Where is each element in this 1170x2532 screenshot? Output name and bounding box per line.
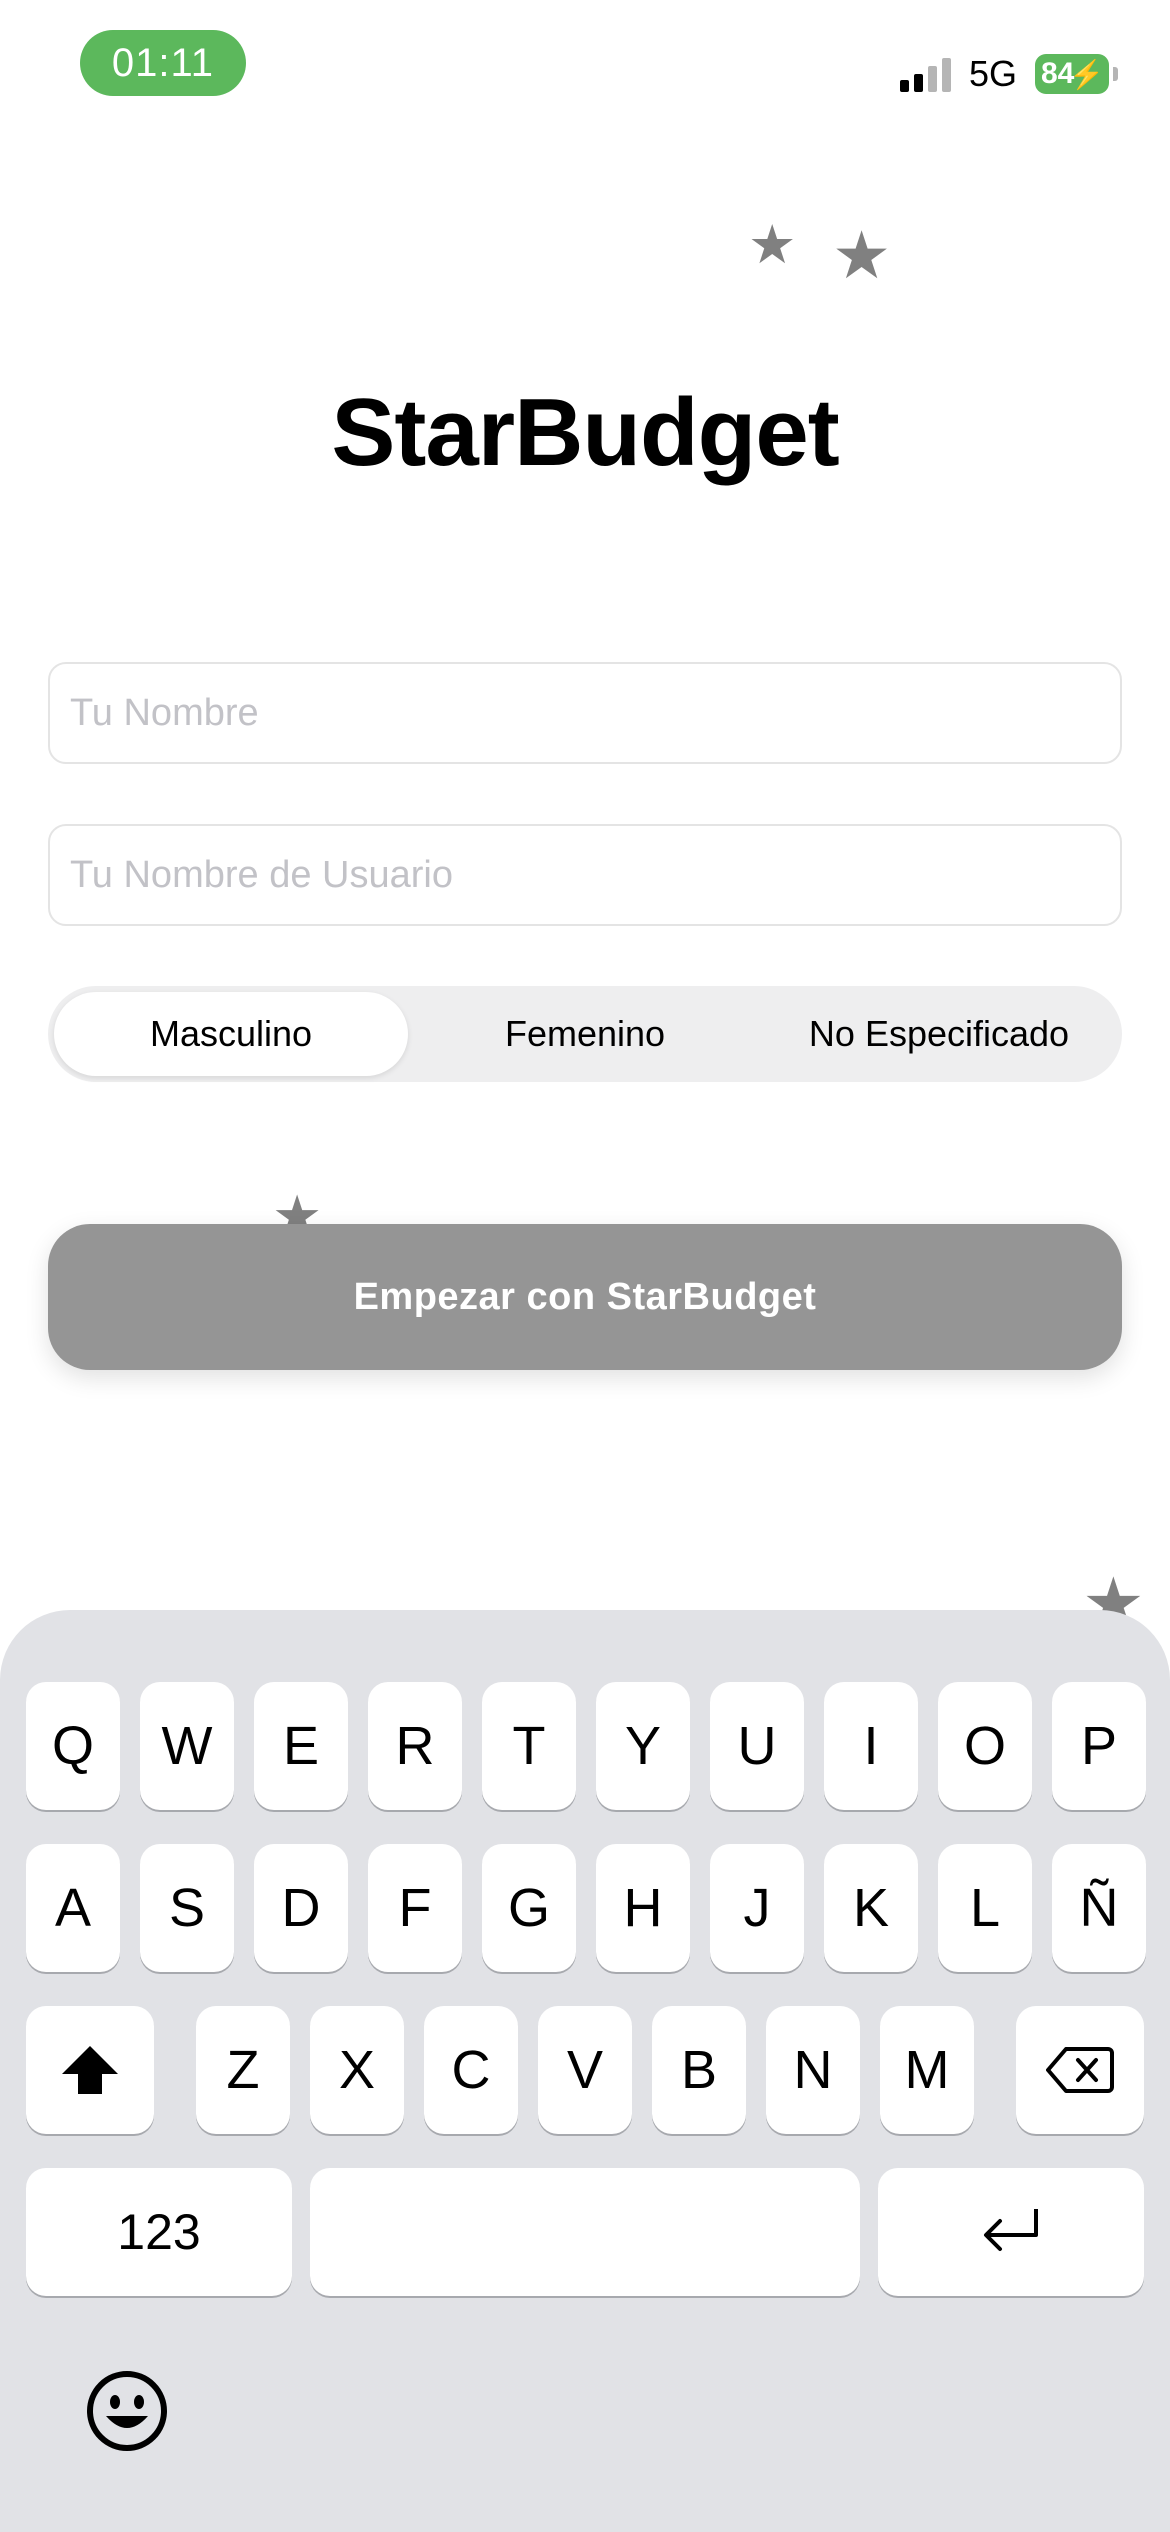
key-r[interactable]: R [368, 1682, 462, 1810]
star-icon: ★ [832, 218, 892, 292]
key-z[interactable]: Z [196, 2006, 290, 2134]
key-k[interactable]: K [824, 1844, 918, 1972]
name-field [48, 662, 1122, 764]
key-q[interactable]: Q [26, 1682, 120, 1810]
battery-cap [1113, 67, 1118, 81]
key-t[interactable]: T [482, 1682, 576, 1810]
backspace-icon [1046, 2047, 1114, 2093]
key-a[interactable]: A [26, 1844, 120, 1972]
key-p[interactable]: P [1052, 1682, 1146, 1810]
segment-no-especificado[interactable]: No Especificado [762, 992, 1116, 1076]
key-b[interactable]: B [652, 2006, 746, 2134]
status-indicators: 5G 84 ⚡ [899, 52, 1118, 96]
shift-key[interactable] [26, 2006, 154, 2134]
key-d[interactable]: D [254, 1844, 348, 1972]
key-n[interactable]: N [766, 2006, 860, 2134]
key-s[interactable]: S [140, 1844, 234, 1972]
key-x[interactable]: X [310, 2006, 404, 2134]
key-enye[interactable]: Ñ [1052, 1844, 1146, 1972]
key-e[interactable]: E [254, 1682, 348, 1810]
key-m[interactable]: M [880, 2006, 974, 2134]
start-button[interactable]: Empezar con StarBudget [48, 1224, 1122, 1370]
key-g[interactable]: G [482, 1844, 576, 1972]
gender-segmented-control: Masculino Femenino No Especificado [48, 986, 1122, 1082]
key-l[interactable]: L [938, 1844, 1032, 1972]
signal-icon [899, 56, 951, 92]
network-label: 5G [968, 53, 1017, 94]
name-input[interactable] [50, 664, 1120, 762]
segment-femenino[interactable]: Femenino [408, 992, 762, 1076]
battery-icon: 84 ⚡ [1035, 54, 1109, 94]
key-w[interactable]: W [140, 1682, 234, 1810]
key-y[interactable]: Y [596, 1682, 690, 1810]
space-key[interactable] [310, 2168, 860, 2296]
charging-bolt-icon: ⚡ [1069, 59, 1104, 90]
segment-masculino[interactable]: Masculino [54, 992, 408, 1076]
app-title: StarBudget [331, 379, 839, 486]
emoji-icon[interactable] [86, 2370, 168, 2452]
return-icon [984, 2209, 1038, 2251]
star-icon: ★ [748, 215, 797, 275]
username-field [48, 824, 1122, 926]
return-key[interactable] [878, 2168, 1144, 2296]
key-h[interactable]: H [596, 1844, 690, 1972]
key-v[interactable]: V [538, 2006, 632, 2134]
username-input[interactable] [50, 826, 1120, 924]
shift-icon [62, 2046, 118, 2094]
status-time: 01:11 [80, 30, 246, 96]
key-u[interactable]: U [710, 1682, 804, 1810]
key-c[interactable]: C [424, 2006, 518, 2134]
key-f[interactable]: F [368, 1844, 462, 1972]
key-j[interactable]: J [710, 1844, 804, 1972]
key-o[interactable]: O [938, 1682, 1032, 1810]
delete-key[interactable] [1016, 2006, 1144, 2134]
numbers-key[interactable]: 123 [26, 2168, 292, 2296]
key-i[interactable]: I [824, 1682, 918, 1810]
